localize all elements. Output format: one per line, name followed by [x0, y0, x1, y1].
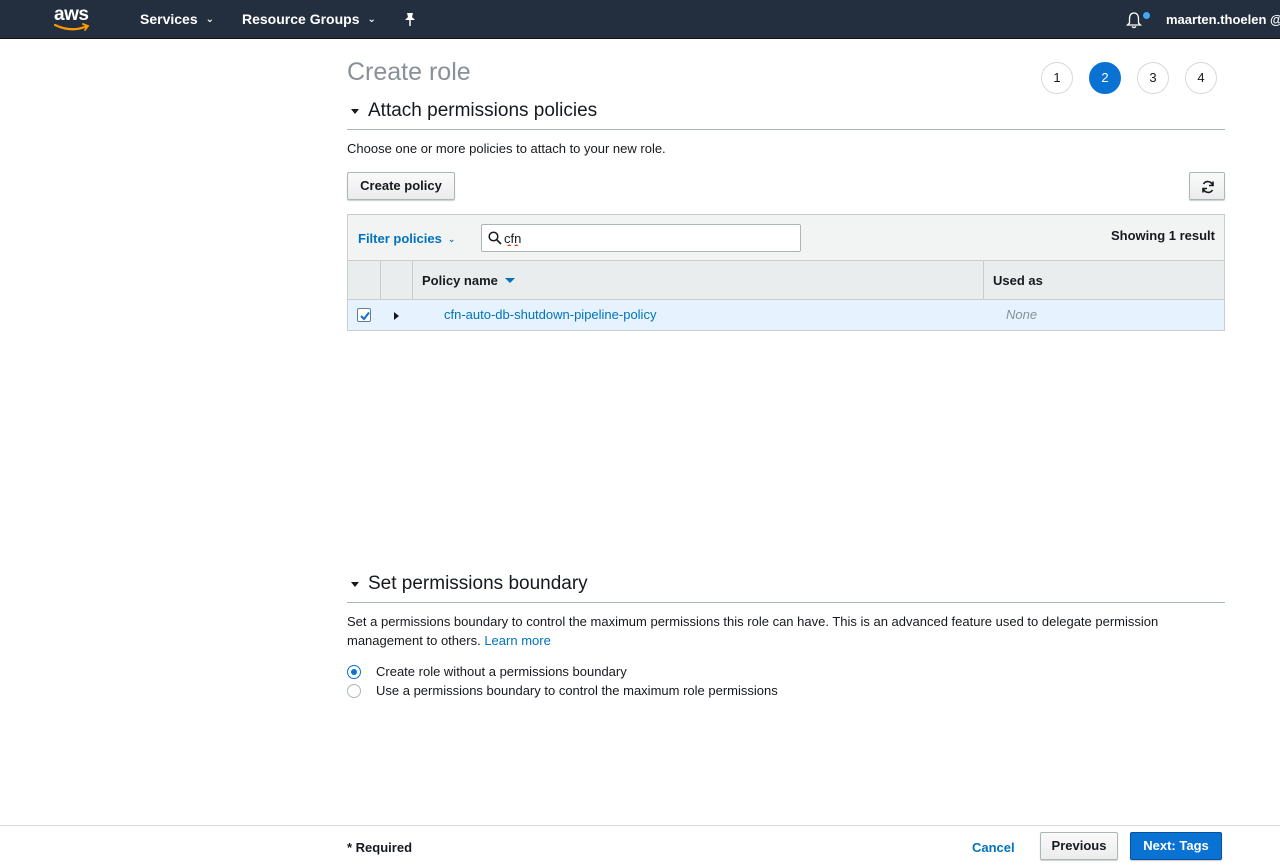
- next-tags-button[interactable]: Next: Tags: [1130, 832, 1222, 860]
- table-header-row: Policy name Used as: [348, 261, 1224, 300]
- table-toolbar: Filter policies ⌄ Showing 1 result: [348, 215, 1224, 261]
- permissions-boundary-heading: Set permissions boundary: [368, 573, 588, 594]
- refresh-icon: [1202, 180, 1214, 194]
- policies-table: Filter policies ⌄ Showing 1 result Policy…: [347, 214, 1225, 331]
- sort-descending-icon: [504, 278, 515, 283]
- previous-button[interactable]: Previous: [1040, 832, 1118, 860]
- required-note: * Required: [347, 840, 413, 855]
- resource-groups-menu[interactable]: Resource Groups ⌄: [242, 11, 376, 27]
- expand-row-icon[interactable]: [394, 312, 399, 320]
- cancel-button[interactable]: Cancel: [972, 840, 1015, 855]
- filter-policies-dropdown[interactable]: Filter policies ⌄: [358, 231, 455, 246]
- column-divider: [412, 261, 413, 300]
- permissions-boundary-section-header[interactable]: Set permissions boundary: [347, 573, 1225, 603]
- account-menu[interactable]: maarten.thoelen @ 9: [1166, 12, 1280, 27]
- policy-name-link[interactable]: cfn-auto-db-shutdown-pipeline-policy: [444, 307, 656, 322]
- pin-icon[interactable]: [402, 11, 418, 27]
- radio-button-selected[interactable]: [347, 665, 361, 679]
- page-title: Create role: [347, 58, 471, 86]
- services-label: Services: [140, 11, 198, 27]
- learn-more-link[interactable]: Learn more: [484, 633, 550, 648]
- used-as-value: None: [1006, 307, 1038, 322]
- chevron-down-icon: ⌄: [447, 234, 456, 244]
- radio-button[interactable]: [347, 684, 361, 698]
- column-divider: [983, 261, 984, 300]
- aws-logo[interactable]: aws: [54, 5, 94, 33]
- aws-smile-icon: [54, 23, 90, 31]
- policy-search-input[interactable]: [504, 228, 794, 248]
- aws-logo-text: aws: [54, 4, 89, 25]
- collapse-triangle-icon: [351, 109, 359, 114]
- row-checkbox[interactable]: [357, 308, 371, 322]
- wizard-step-3[interactable]: 3: [1137, 62, 1169, 94]
- services-menu[interactable]: Services ⌄: [140, 11, 214, 27]
- collapse-triangle-icon: [351, 582, 359, 587]
- result-count: Showing 1 result: [1110, 228, 1215, 243]
- column-divider: [380, 261, 381, 300]
- no-boundary-label: Create role without a permissions bounda…: [376, 664, 627, 679]
- wizard-step-4[interactable]: 4: [1185, 62, 1217, 94]
- notification-dot: [1143, 12, 1150, 19]
- policy-search-box[interactable]: [481, 224, 801, 252]
- create-policy-button[interactable]: Create policy: [347, 172, 455, 200]
- policy-name-column-header[interactable]: Policy name: [422, 273, 515, 288]
- used-as-column-header[interactable]: Used as: [993, 273, 1043, 288]
- wizard-step-2[interactable]: 2: [1089, 62, 1121, 94]
- permissions-boundary-description: Set a permissions boundary to control th…: [347, 612, 1207, 650]
- wizard-step-1[interactable]: 1: [1041, 62, 1073, 94]
- wizard-footer: * Required Cancel Previous Next: Tags: [0, 825, 1280, 867]
- chevron-down-icon: ⌄: [205, 14, 214, 25]
- chevron-down-icon: ⌄: [367, 14, 376, 25]
- policy-name-header-label: Policy name: [422, 273, 498, 288]
- attach-policies-section-header[interactable]: Attach permissions policies: [347, 100, 1225, 130]
- table-row[interactable]: cfn-auto-db-shutdown-pipeline-policy Non…: [348, 300, 1224, 330]
- filter-policies-label: Filter policies: [358, 231, 442, 246]
- boundary-description-text: Set a permissions boundary to control th…: [347, 614, 1159, 648]
- attach-policies-heading: Attach permissions policies: [368, 100, 598, 121]
- refresh-button[interactable]: [1189, 172, 1225, 200]
- use-boundary-label: Use a permissions boundary to control th…: [376, 683, 778, 698]
- search-icon: [488, 231, 502, 245]
- attach-policies-description: Choose one or more policies to attach to…: [347, 141, 666, 156]
- checkmark-icon: [360, 311, 370, 321]
- resource-groups-label: Resource Groups: [242, 11, 360, 27]
- top-navigation-bar: aws Services ⌄ Resource Groups ⌄ maarten.t…: [0, 0, 1280, 39]
- bell-icon[interactable]: [1125, 11, 1143, 29]
